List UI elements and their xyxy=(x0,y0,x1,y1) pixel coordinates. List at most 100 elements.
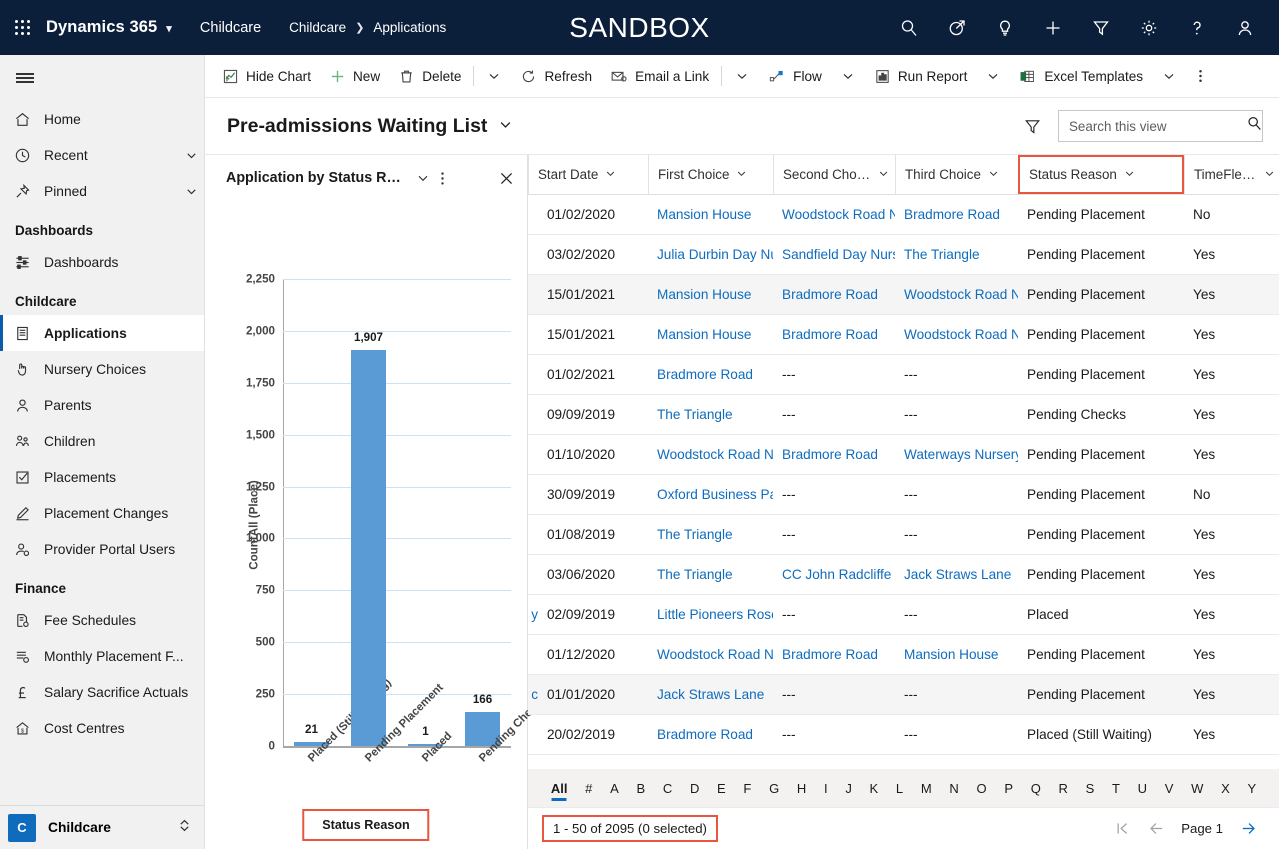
grid-column-header[interactable]: Status Reason xyxy=(1018,155,1184,194)
table-row[interactable]: 03/06/2020 The Triangle CC John Radcliffe … xyxy=(528,555,1279,595)
page-prev-icon[interactable] xyxy=(1139,820,1173,837)
flow-chevron-icon[interactable] xyxy=(831,55,865,97)
app-launcher-icon[interactable] xyxy=(0,20,44,35)
table-row[interactable]: y 02/09/2019 Little Pioneers Rose --- --- Pla… xyxy=(528,595,1279,635)
alphabet-index-item[interactable]: C xyxy=(654,781,681,796)
sidebar-item-provider-portal-users[interactable]: Provider Portal Users xyxy=(0,531,204,567)
chart-bar[interactable] xyxy=(351,350,386,746)
table-cell-link[interactable]: Little Pioneers Rose xyxy=(648,607,773,622)
sidebar-item-recent[interactable]: Recent xyxy=(0,137,204,173)
grid-column-header[interactable]: Third Choice xyxy=(895,155,1018,194)
sidebar-toggle-icon[interactable] xyxy=(0,55,204,101)
filter-icon[interactable] xyxy=(1077,0,1125,55)
column-chevron-down-icon[interactable] xyxy=(605,168,616,182)
app-name-label[interactable]: Childcare xyxy=(200,20,261,36)
table-cell-link[interactable]: Jack Straws Lane xyxy=(895,567,1018,582)
up-down-chevron-icon[interactable] xyxy=(177,818,192,838)
table-cell-link[interactable]: Julia Durbin Day Nu xyxy=(648,247,773,262)
table-cell-link[interactable]: Mansion House xyxy=(648,287,773,302)
table-cell-link[interactable]: Oxford Business Pa xyxy=(648,487,773,502)
table-cell-link[interactable]: Bradmore Road xyxy=(648,727,773,742)
breadcrumb-item-1[interactable]: Applications xyxy=(373,20,446,35)
alphabet-index-item[interactable]: D xyxy=(681,781,708,796)
sidebar-item-cost-centres[interactable]: $ Cost Centres xyxy=(0,710,204,746)
alphabet-index-item[interactable]: Q xyxy=(1022,781,1050,796)
alphabet-index-item[interactable]: U xyxy=(1129,781,1156,796)
table-row[interactable]: 09/09/2019 The Triangle --- --- Pending Chec… xyxy=(528,395,1279,435)
gear-icon[interactable] xyxy=(1125,0,1173,55)
alphabet-index-item[interactable]: G xyxy=(760,781,788,796)
table-cell-link[interactable]: The Triangle xyxy=(648,567,773,582)
email-more-chevron-icon[interactable] xyxy=(725,55,759,97)
alphabet-index-item[interactable]: X xyxy=(1212,781,1238,796)
alphabet-index-item[interactable]: J xyxy=(836,781,860,796)
sidebar-item-home[interactable]: Home xyxy=(0,101,204,137)
table-row[interactable]: 01/02/2020 Mansion House Woodstock Road NB… xyxy=(528,195,1279,235)
alphabet-index-item[interactable]: E xyxy=(708,781,734,796)
refresh-button[interactable]: Refresh xyxy=(511,55,601,97)
table-cell-link[interactable]: The Triangle xyxy=(648,407,773,422)
table-cell-link[interactable]: Bradmore Road xyxy=(895,207,1018,222)
view-selector-chevron-down-icon[interactable] xyxy=(498,117,513,135)
alphabet-index-item[interactable]: L xyxy=(887,781,912,796)
edit-filters-icon[interactable] xyxy=(1023,117,1042,136)
assistant-icon[interactable] xyxy=(933,0,981,55)
chevron-down-icon[interactable] xyxy=(178,185,204,198)
alphabet-index-item[interactable]: V xyxy=(1156,781,1182,796)
column-chevron-down-icon[interactable] xyxy=(1124,168,1135,182)
sidebar-item-placements[interactable]: Placements xyxy=(0,459,204,495)
user-icon[interactable] xyxy=(1221,0,1269,55)
alphabet-index-item[interactable]: O xyxy=(968,781,996,796)
plus-icon[interactable] xyxy=(1029,0,1077,55)
lightbulb-icon[interactable] xyxy=(981,0,1029,55)
table-row[interactable]: 20/02/2019 Bradmore Road --- --- Placed (Sti… xyxy=(528,715,1279,755)
alphabet-index-item[interactable]: P xyxy=(995,781,1021,796)
table-cell-link[interactable]: The Triangle xyxy=(648,527,773,542)
alphabet-index-item[interactable]: S xyxy=(1077,781,1103,796)
table-row[interactable]: 15/01/2021 Mansion House Bradmore Road Wood… xyxy=(528,275,1279,315)
run-report-button[interactable]: Run Report xyxy=(865,55,977,97)
sidebar-item-monthly-placement-fees[interactable]: Monthly Placement F... xyxy=(0,638,204,674)
table-row[interactable]: 01/10/2020 Woodstock Road N Bradmore Road W… xyxy=(528,435,1279,475)
table-cell-link[interactable]: The Triangle xyxy=(895,247,1018,262)
alphabet-index-item[interactable]: A xyxy=(601,781,627,796)
search-icon[interactable] xyxy=(885,0,933,55)
table-cell-link[interactable]: Woodstock Road N xyxy=(648,447,773,462)
table-row[interactable]: 01/02/2021 Bradmore Road --- --- Pending Pla… xyxy=(528,355,1279,395)
grid-column-header[interactable]: First Choice xyxy=(648,155,773,194)
run-report-chevron-icon[interactable] xyxy=(976,55,1010,97)
table-cell-link[interactable]: Woodstock Road N xyxy=(773,207,895,222)
alphabet-index-item[interactable]: I xyxy=(815,781,836,796)
table-cell-link[interactable]: Bradmore Road xyxy=(773,287,895,302)
excel-templates-chevron-icon[interactable] xyxy=(1152,55,1186,97)
alphabet-index-item[interactable]: T xyxy=(1103,781,1129,796)
table-cell-link[interactable]: Woodstock Road N xyxy=(895,287,1018,302)
alphabet-index-item[interactable]: F xyxy=(735,781,761,796)
chart-more-icon[interactable] xyxy=(440,170,445,187)
chevron-down-icon[interactable] xyxy=(178,149,204,162)
delete-button[interactable]: Delete xyxy=(389,55,470,97)
alphabet-index-item[interactable]: # xyxy=(576,781,601,796)
sidebar-item-applications[interactable]: Applications xyxy=(0,315,204,351)
column-chevron-down-icon[interactable] xyxy=(878,168,889,182)
new-button[interactable]: New xyxy=(320,55,389,97)
alphabet-index-item[interactable]: Y xyxy=(1239,781,1265,796)
sidebar-item-dashboards[interactable]: Dashboards xyxy=(0,244,204,280)
table-cell-link[interactable]: Mansion House xyxy=(648,327,773,342)
hide-chart-button[interactable]: Hide Chart xyxy=(213,55,320,97)
sidebar-item-nursery-choices[interactable]: Nursery Choices xyxy=(0,351,204,387)
alphabet-index-item[interactable]: R xyxy=(1050,781,1077,796)
alphabet-index-item[interactable]: B xyxy=(628,781,654,796)
search-input[interactable] xyxy=(1069,118,1246,134)
sidebar-item-children[interactable]: Children xyxy=(0,423,204,459)
table-cell-link[interactable]: CC John Radcliffe H xyxy=(773,567,895,582)
page-first-icon[interactable] xyxy=(1105,820,1139,837)
app-switcher[interactable]: C Childcare xyxy=(0,805,204,849)
grid-column-header[interactable]: Second Choice xyxy=(773,155,895,194)
sidebar-item-salary-sacrifice-actuals[interactable]: Salary Sacrifice Actuals xyxy=(0,674,204,710)
table-row[interactable]: 03/02/2020 Julia Durbin Day Nu Sandfield D… xyxy=(528,235,1279,275)
table-cell-link[interactable]: Bradmore Road xyxy=(773,647,895,662)
table-row[interactable]: 15/01/2021 Mansion House Bradmore Road Wood… xyxy=(528,315,1279,355)
close-icon[interactable] xyxy=(498,170,515,187)
table-row[interactable]: 30/09/2019 Oxford Business Pa --- --- Pendin… xyxy=(528,475,1279,515)
